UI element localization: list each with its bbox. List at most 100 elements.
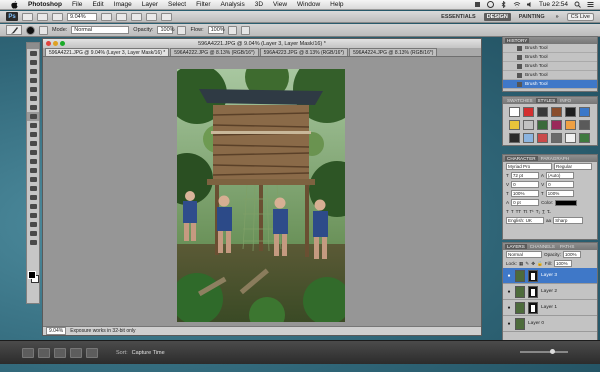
anti-alias-select[interactable]: Sharp xyxy=(553,217,584,224)
menu-select[interactable]: Select xyxy=(163,1,191,8)
text-color-swatch[interactable] xyxy=(555,199,578,206)
style-swatch[interactable] xyxy=(565,107,576,117)
menu-layer[interactable]: Layer xyxy=(137,1,163,8)
history-step[interactable]: Brush Tool xyxy=(503,71,597,80)
spot-healing-tool[interactable] xyxy=(27,103,39,112)
style-swatch[interactable] xyxy=(565,120,576,130)
layer-row[interactable]: ● Layer 1 xyxy=(503,300,597,316)
brush-tool[interactable] xyxy=(27,112,39,121)
cs-live-button[interactable]: CS Live xyxy=(566,12,594,21)
layer-opacity-field[interactable]: 100% xyxy=(562,251,581,258)
small-caps-button[interactable]: Tt xyxy=(523,209,527,214)
mode-select[interactable]: Normal xyxy=(71,26,130,34)
launch-bridge-button[interactable] xyxy=(22,12,33,21)
foreground-color-swatch[interactable] xyxy=(28,271,36,279)
menu-edit[interactable]: Edit xyxy=(87,1,108,8)
tablet-opacity-button[interactable] xyxy=(177,25,187,35)
tab-layers[interactable]: LAYERS xyxy=(505,244,527,249)
blur-tool[interactable] xyxy=(27,157,39,166)
style-swatch[interactable] xyxy=(551,107,562,117)
style-swatch[interactable] xyxy=(579,133,590,143)
crop-tool[interactable] xyxy=(27,85,39,94)
shape-tool[interactable] xyxy=(27,202,39,211)
font-family-select[interactable]: Myriad Pro xyxy=(506,163,552,170)
document-tab[interactable]: 596A4222.JPG @ 8.13% (RGB/16*) xyxy=(170,48,259,56)
3d-rotate-tool[interactable] xyxy=(27,211,39,220)
preview-button[interactable] xyxy=(86,347,98,358)
underline-button[interactable]: T̲ xyxy=(542,209,545,214)
fill-field[interactable]: 100% xyxy=(553,260,572,267)
lock-position-icon[interactable]: ✥ xyxy=(531,261,535,267)
baseline-shift-field[interactable]: 0 pt xyxy=(511,199,540,206)
history-brush-tool[interactable] xyxy=(27,130,39,139)
layer-row[interactable]: ● Layer 0 xyxy=(503,316,597,332)
tool-preset-picker[interactable] xyxy=(6,25,22,35)
document-tab[interactable]: 596A4223.JPG @ 8.13% (RGB/16*) xyxy=(259,48,349,56)
opacity-field[interactable]: 100% xyxy=(157,26,175,34)
strikethrough-button[interactable]: T̶ xyxy=(547,209,550,214)
view-details-button[interactable] xyxy=(70,347,82,358)
style-swatch[interactable] xyxy=(565,133,576,143)
style-swatch[interactable] xyxy=(579,107,590,117)
superscript-button[interactable]: T¹ xyxy=(529,209,533,214)
visibility-eye-icon[interactable]: ● xyxy=(506,305,512,311)
kerning-field[interactable]: 0 xyxy=(511,181,540,188)
tracking-field[interactable]: 0 xyxy=(546,181,575,188)
style-swatch[interactable] xyxy=(509,107,520,117)
gradient-tool[interactable] xyxy=(27,148,39,157)
view-list-button[interactable] xyxy=(54,347,66,358)
airbrush-button[interactable] xyxy=(227,25,237,35)
zoom-tool-button[interactable] xyxy=(116,12,127,21)
faux-bold-button[interactable]: T xyxy=(506,209,509,214)
notification-center-icon[interactable] xyxy=(587,1,594,8)
rotate-view-button[interactable] xyxy=(131,12,142,21)
style-swatch[interactable] xyxy=(523,120,534,130)
3d-orbit-tool[interactable] xyxy=(27,220,39,229)
wifi-icon[interactable] xyxy=(513,1,521,8)
workspace-design[interactable]: DESIGN xyxy=(483,12,511,21)
document-tab[interactable]: 596A4224.JPG @ 8.13% (RGB/16*) xyxy=(349,48,438,56)
blend-mode-select[interactable]: Normal xyxy=(506,251,542,258)
view-extras-button[interactable] xyxy=(52,12,63,21)
clone-stamp-tool[interactable] xyxy=(27,121,39,130)
timemachine-icon[interactable] xyxy=(486,1,494,8)
style-swatch[interactable] xyxy=(551,133,562,143)
subscript-button[interactable]: T₁ xyxy=(536,209,540,214)
document-tab[interactable]: 596A4221.JPG @ 9.04% (Layer 3, Layer Mas… xyxy=(45,48,170,56)
volume-icon[interactable] xyxy=(526,1,533,8)
leading-field[interactable]: (Auto) xyxy=(545,172,574,179)
menu-help[interactable]: Help xyxy=(325,1,348,8)
lock-transparent-icon[interactable]: ▦ xyxy=(519,261,523,267)
brush-size-picker[interactable] xyxy=(26,25,35,35)
view-grid-button[interactable] xyxy=(22,347,34,358)
all-caps-button[interactable]: TT xyxy=(516,209,522,214)
style-swatch[interactable] xyxy=(537,120,548,130)
eyedropper-tool[interactable] xyxy=(27,94,39,103)
dodge-tool[interactable] xyxy=(27,166,39,175)
pen-tool[interactable] xyxy=(27,175,39,184)
visibility-eye-icon[interactable]: ● xyxy=(506,321,512,327)
layer-mask-thumbnail[interactable] xyxy=(528,285,538,298)
menu-image[interactable]: Image xyxy=(109,1,137,8)
path-selection-tool[interactable] xyxy=(27,193,39,202)
status-zoom-field[interactable]: 9.04% xyxy=(46,327,67,335)
zoom-level-select[interactable]: 9.04% xyxy=(67,12,97,21)
lock-all-icon[interactable]: 🔒 xyxy=(537,261,543,267)
style-swatch[interactable] xyxy=(509,120,520,130)
type-tool[interactable] xyxy=(27,184,39,193)
view-filmstrip-button[interactable] xyxy=(38,347,50,358)
tab-swatches[interactable]: SWATCHES xyxy=(505,98,535,103)
thumbnail-size-slider[interactable] xyxy=(520,349,568,354)
menu-window[interactable]: Window xyxy=(292,1,325,8)
lasso-tool[interactable] xyxy=(27,67,39,76)
visibility-eye-icon[interactable]: ● xyxy=(506,289,512,295)
workspace-more[interactable]: » xyxy=(553,13,562,21)
menu-3d[interactable]: 3D xyxy=(250,1,268,8)
flow-field[interactable]: 100% xyxy=(207,26,225,34)
visibility-eye-icon[interactable]: ● xyxy=(506,273,512,279)
menu-filter[interactable]: Filter xyxy=(191,1,215,8)
menu-file[interactable]: File xyxy=(67,1,87,8)
tab-info[interactable]: INFO xyxy=(558,98,573,103)
layer-row-selected[interactable]: ● Layer 3 xyxy=(503,268,597,284)
menu-view[interactable]: View xyxy=(268,1,292,8)
